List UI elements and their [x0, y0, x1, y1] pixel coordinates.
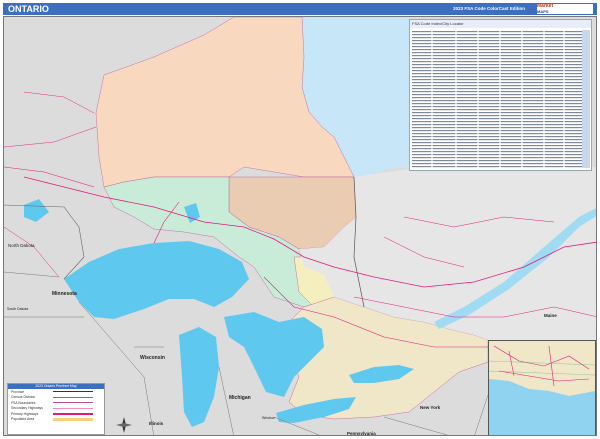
inset-map-toronto	[488, 340, 596, 435]
map-area[interactable]: North Dakota Minnesota South Dakota Wisc…	[3, 16, 597, 436]
label-minnesota: Minnesota	[52, 291, 77, 297]
label-wisconsin: Wisconsin	[140, 355, 165, 361]
label-south-dakota: South Dakota	[7, 307, 28, 311]
map-legend: 2023 Ontario Province Map Province Censu…	[7, 383, 105, 435]
map-poster: ONTARIO 2023 FSA Code ColorCast Edition …	[0, 0, 600, 439]
edition-label: 2023 FSA Code ColorCast Edition	[453, 6, 525, 11]
inset-map-svg	[489, 341, 595, 435]
logo-line2: MAPS	[537, 9, 549, 14]
label-pennsylvania: Pennsylvania	[347, 431, 376, 436]
fsa-index-table: FSA Code Index/City Locator	[409, 19, 592, 171]
label-michigan: Michigan	[229, 395, 251, 401]
label-illinois: Illinois	[149, 421, 164, 426]
brand-logo: Market MAPS	[537, 4, 593, 14]
map-title: ONTARIO	[8, 4, 49, 14]
legend-row: Populated Area	[8, 417, 104, 423]
label-windsor: Windsor	[262, 416, 276, 420]
label-maine: Maine	[544, 313, 557, 318]
fsa-table-header: FSA Code Index/City Locator	[410, 20, 591, 28]
title-bar: ONTARIO 2023 FSA Code ColorCast Edition …	[3, 3, 597, 15]
fsa-table-grid	[412, 30, 590, 168]
label-north-dakota: North Dakota	[8, 243, 35, 248]
label-new-york: New York	[420, 405, 441, 410]
